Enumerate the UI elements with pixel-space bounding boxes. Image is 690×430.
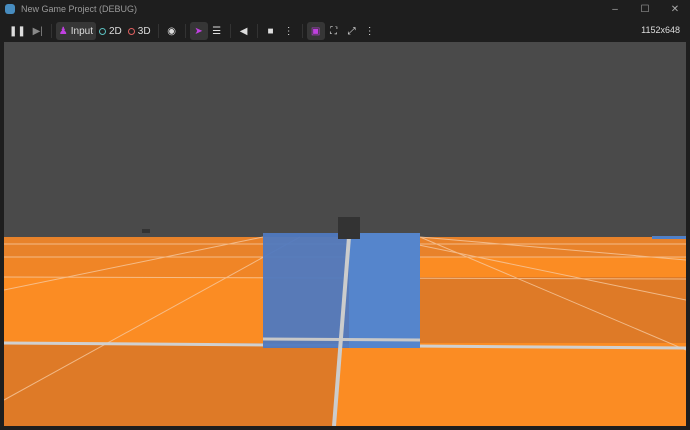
camera-button[interactable]: ■ — [262, 22, 280, 40]
list-select-button[interactable]: ☰ — [208, 22, 226, 40]
reset-camera-button[interactable]: ⛶ — [325, 22, 343, 40]
sky — [4, 42, 686, 237]
camera-lock-icon: ▣ — [310, 25, 321, 37]
maximize-button[interactable]: ☐ — [630, 0, 660, 18]
input-icon: ♟ — [58, 25, 68, 37]
more-button[interactable]: ⋮ — [280, 22, 298, 40]
blue-box-face — [349, 233, 420, 348]
list-icon: ☰ — [212, 25, 222, 37]
mute-button[interactable]: ◀ — [235, 22, 253, 40]
camera-icon: ■ — [267, 25, 274, 37]
camera-override-button[interactable]: ▣ — [306, 22, 325, 40]
distant-object — [142, 229, 150, 233]
expand-icon: ⛶ — [330, 25, 338, 37]
fullscreen-icon: ⤢ — [347, 25, 356, 37]
kebab-icon: ⋮ — [364, 25, 375, 37]
resolution-label: 1152x648 — [641, 25, 680, 35]
2d-icon — [98, 27, 106, 35]
game-viewport[interactable] — [4, 42, 686, 426]
minimize-button[interactable]: – — [600, 0, 630, 18]
title-bar: New Game Project (DEBUG) – ☐ ✕ — [0, 0, 690, 18]
visibility-button[interactable]: ◉ — [163, 22, 181, 40]
cursor-icon: ➤ — [194, 25, 203, 37]
3d-button[interactable]: 3D — [125, 22, 154, 40]
debug-toolbar: ❚❚ ▶| ♟ Input 2D 3D ◉ ➤ ☰ ◀ ■ ⋮ ▣ ⛶ ⤢ ⋮ — [0, 20, 690, 42]
eye-icon: ◉ — [167, 25, 176, 37]
dark-cube — [338, 217, 360, 239]
speaker-icon: ◀ — [239, 25, 248, 37]
3d-scene — [4, 42, 686, 426]
godot-logo-icon — [5, 4, 15, 14]
2d-button[interactable]: 2D — [96, 22, 125, 40]
options-button[interactable]: ⋮ — [361, 22, 379, 40]
kebab-icon: ⋮ — [283, 25, 294, 37]
window-title: New Game Project (DEBUG) — [21, 4, 138, 14]
input-button[interactable]: ♟ Input — [55, 22, 96, 40]
fullscreen-button[interactable]: ⤢ — [343, 22, 361, 40]
distant-blue-object — [652, 236, 686, 239]
3d-icon — [127, 27, 135, 35]
select-button[interactable]: ➤ — [189, 22, 208, 40]
next-frame-button[interactable]: ▶| — [29, 22, 47, 40]
close-button[interactable]: ✕ — [660, 0, 690, 18]
pause-button[interactable]: ❚❚ — [6, 22, 29, 40]
